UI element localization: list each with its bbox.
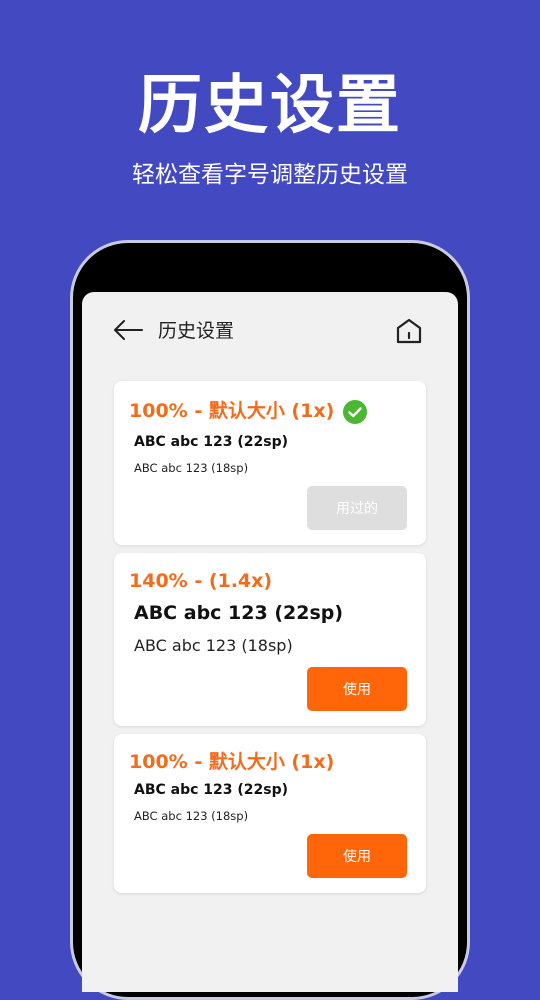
history-card: 100% - 默认大小 (1x) ABC abc 123 (22sp) ABC …: [114, 381, 426, 545]
app-bar: 历史设置: [82, 292, 458, 372]
arrow-left-icon[interactable]: [112, 318, 144, 342]
sample-text-22sp: ABC abc 123 (22sp): [134, 782, 289, 798]
history-card: 100% - 默认大小 (1x) ABC abc 123 (22sp) ABC …: [114, 734, 426, 893]
phone-screen: 历史设置 100% - 默认大小 (1x) ABC abc 123 (22sp)…: [82, 292, 458, 992]
card-title: 100% - 默认大小 (1x): [129, 751, 335, 773]
sample-text-22sp: ABC abc 123 (22sp): [134, 434, 289, 450]
used-button: 用过的: [307, 486, 407, 530]
hero-subtitle: 轻松查看字号调整历史设置: [132, 162, 408, 188]
use-button[interactable]: 使用: [307, 667, 407, 711]
check-circle-icon: [343, 400, 367, 424]
sample-text-18sp: ABC abc 123 (18sp): [134, 636, 293, 655]
sample-text-18sp: ABC abc 123 (18sp): [134, 809, 249, 823]
app-title: 历史设置: [158, 320, 235, 342]
sample-text-22sp: ABC abc 123 (22sp): [134, 602, 344, 624]
sample-text-18sp: ABC abc 123 (18sp): [134, 461, 249, 475]
home-icon[interactable]: [394, 316, 424, 346]
card-title: 100% - 默认大小 (1x): [129, 400, 335, 422]
history-card: 140% - (1.4x) ABC abc 123 (22sp) ABC abc…: [114, 553, 426, 726]
card-title: 140% - (1.4x): [129, 570, 273, 592]
hero-title: 历史设置: [138, 69, 402, 143]
use-button[interactable]: 使用: [307, 834, 407, 878]
